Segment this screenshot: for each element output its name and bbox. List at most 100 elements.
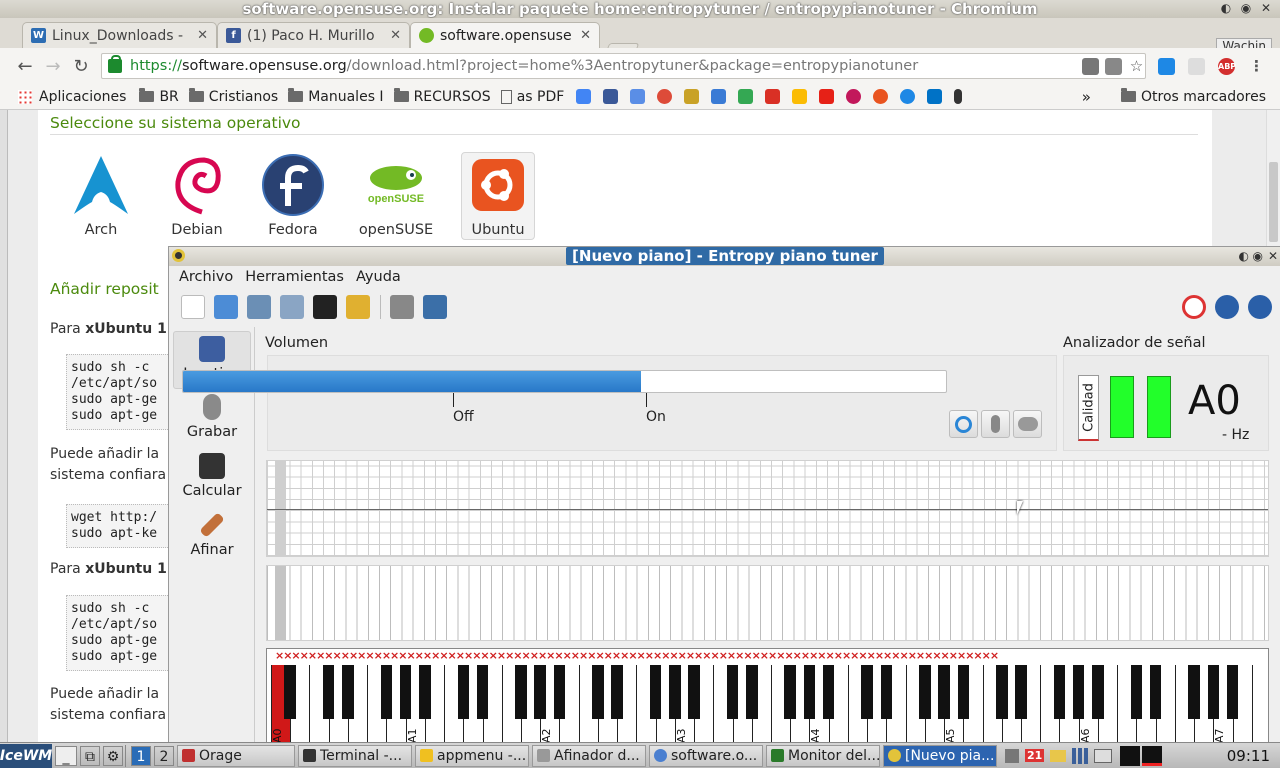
android-icon[interactable] <box>738 89 754 104</box>
tab-opensuse[interactable]: software.opensuse ✕ <box>410 22 600 48</box>
broom-icon[interactable] <box>346 295 370 319</box>
piano-black-key[interactable] <box>1149 665 1162 719</box>
copy-extension-icon[interactable] <box>1188 58 1205 75</box>
code-block[interactable]: wget http:/ sudo apt-ke <box>66 504 176 548</box>
save-icon[interactable] <box>247 295 271 319</box>
task-appmenu[interactable]: appmenu -... <box>415 744 529 767</box>
os-arch[interactable]: Arch <box>64 154 138 238</box>
piano-black-key[interactable] <box>419 665 431 719</box>
clock[interactable]: 09:11 <box>1227 747 1270 765</box>
save-as-icon[interactable] <box>280 295 304 319</box>
piano-black-key[interactable] <box>861 665 873 719</box>
task-tuner[interactable]: [Nuevo pia... <box>883 744 997 767</box>
refresh-button[interactable] <box>949 410 978 438</box>
graph-icon[interactable] <box>423 295 447 319</box>
workspace-1[interactable]: 1 <box>131 745 151 766</box>
address-bar[interactable]: https://software.opensuse.org/download.h… <box>101 53 1146 79</box>
new-file-icon[interactable] <box>181 295 205 319</box>
bookmark-folder[interactable]: Manuales I <box>288 88 384 105</box>
tab-close-icon[interactable]: ✕ <box>580 28 591 43</box>
inharmonicity-graph[interactable] <box>266 565 1269 641</box>
piano-black-key[interactable] <box>399 665 412 719</box>
piano-black-key[interactable] <box>726 665 739 719</box>
bookmark-folder[interactable]: RECURSOS <box>393 88 491 105</box>
ubuntu-icon[interactable] <box>873 89 889 104</box>
piano-black-key[interactable] <box>803 665 816 719</box>
piano-black-key[interactable] <box>457 665 470 719</box>
volume-icon[interactable] <box>1005 748 1019 763</box>
off-threshold-marker[interactable] <box>453 393 454 407</box>
piano-black-key[interactable] <box>1015 665 1027 719</box>
tab-linux-downloads[interactable]: W Linux_Downloads - ✕ <box>22 22 217 48</box>
piano-icon[interactable] <box>313 295 337 319</box>
mega-icon[interactable] <box>846 89 862 104</box>
tab-close-icon[interactable]: ✕ <box>197 28 208 43</box>
piano-black-key[interactable] <box>996 665 1008 719</box>
save-extension-icon[interactable] <box>1158 58 1175 75</box>
piano-black-key[interactable] <box>322 665 335 719</box>
cross-icon[interactable] <box>684 89 700 104</box>
piano-black-key[interactable] <box>1130 665 1143 719</box>
os-debian[interactable]: Debian <box>160 154 234 238</box>
google-plus-icon[interactable] <box>657 89 673 104</box>
tuning-curve-graph[interactable] <box>266 460 1269 557</box>
mode-afinar[interactable]: Afinar <box>173 508 251 566</box>
close-icon[interactable]: ✕ <box>1258 1 1274 16</box>
facebook-icon[interactable] <box>603 89 619 104</box>
piano-black-key[interactable] <box>669 665 681 719</box>
task-terminal[interactable]: Terminal -... <box>298 744 412 767</box>
os-fedora[interactable]: Fedora <box>256 154 330 238</box>
piano-black-key[interactable] <box>919 665 931 719</box>
piano-white-key[interactable] <box>1251 665 1268 742</box>
piano-black-key[interactable] <box>957 665 970 719</box>
code-block[interactable]: sudo sh -c /etc/apt/so sudo apt-ge sudo … <box>66 595 176 671</box>
microphone-icon[interactable] <box>954 89 963 104</box>
minimize-icon[interactable]: ◐ <box>1239 249 1249 263</box>
back-icon[interactable]: ← <box>11 52 39 80</box>
translate-bookmark-icon[interactable] <box>630 89 646 104</box>
piano-black-key[interactable] <box>342 665 354 719</box>
mail-icon[interactable] <box>1050 749 1067 762</box>
os-ubuntu[interactable]: Ubuntu <box>461 154 535 238</box>
menu-ayuda[interactable]: Ayuda <box>356 269 401 285</box>
piano-black-key[interactable] <box>649 665 662 719</box>
network-icon[interactable] <box>1072 747 1089 764</box>
task-browser[interactable]: software.o... <box>649 744 763 767</box>
book-icon[interactable] <box>1094 748 1113 763</box>
piano-black-key[interactable] <box>476 665 489 719</box>
task-afinador[interactable]: Afinador d... <box>532 744 646 767</box>
piano-black-key[interactable] <box>592 665 604 719</box>
speaker-button[interactable] <box>1013 410 1042 438</box>
maximize-icon[interactable]: ◉ <box>1238 1 1254 16</box>
piano-black-key[interactable] <box>611 665 623 719</box>
tab-close-icon[interactable]: ✕ <box>390 28 401 43</box>
workspace-2[interactable]: 2 <box>154 745 174 766</box>
piano-black-key[interactable] <box>1053 665 1066 719</box>
minimize-icon[interactable]: ◐ <box>1218 1 1234 16</box>
piano-black-key[interactable] <box>534 665 546 719</box>
help-icon[interactable] <box>1248 295 1272 319</box>
translate-icon[interactable] <box>1105 58 1122 75</box>
piano-black-key[interactable] <box>1092 665 1104 719</box>
calendar-icon[interactable]: 21 <box>1025 749 1045 762</box>
outlook-icon[interactable] <box>927 89 943 104</box>
piano-black-key[interactable] <box>553 665 566 719</box>
info-icon[interactable] <box>1215 295 1239 319</box>
piano-black-key[interactable] <box>515 665 527 719</box>
menu-archivo[interactable]: Archivo <box>179 269 233 285</box>
open-folder-icon[interactable] <box>214 295 238 319</box>
other-bookmarks[interactable]: Otros marcadores <box>1120 88 1266 105</box>
piano-black-key[interactable] <box>746 665 758 719</box>
window-list-icon[interactable]: ⧉ <box>80 745 100 766</box>
google-icon[interactable] <box>576 89 592 104</box>
mode-calcular[interactable]: Calcular <box>173 449 251 507</box>
bookmarks-overflow-icon[interactable]: » <box>1082 88 1091 106</box>
piano-black-key[interactable] <box>1188 665 1200 719</box>
bookmark-star-icon[interactable]: ☆ <box>1128 58 1145 75</box>
piano-black-key[interactable] <box>380 665 393 719</box>
mic-settings-button[interactable] <box>981 410 1010 438</box>
piano-black-key[interactable] <box>284 665 296 719</box>
tab-facebook[interactable]: f (1) Paco H. Murillo ✕ <box>217 22 410 48</box>
scrollbar-thumb[interactable] <box>1269 162 1278 242</box>
forward-icon[interactable]: → <box>39 52 67 80</box>
